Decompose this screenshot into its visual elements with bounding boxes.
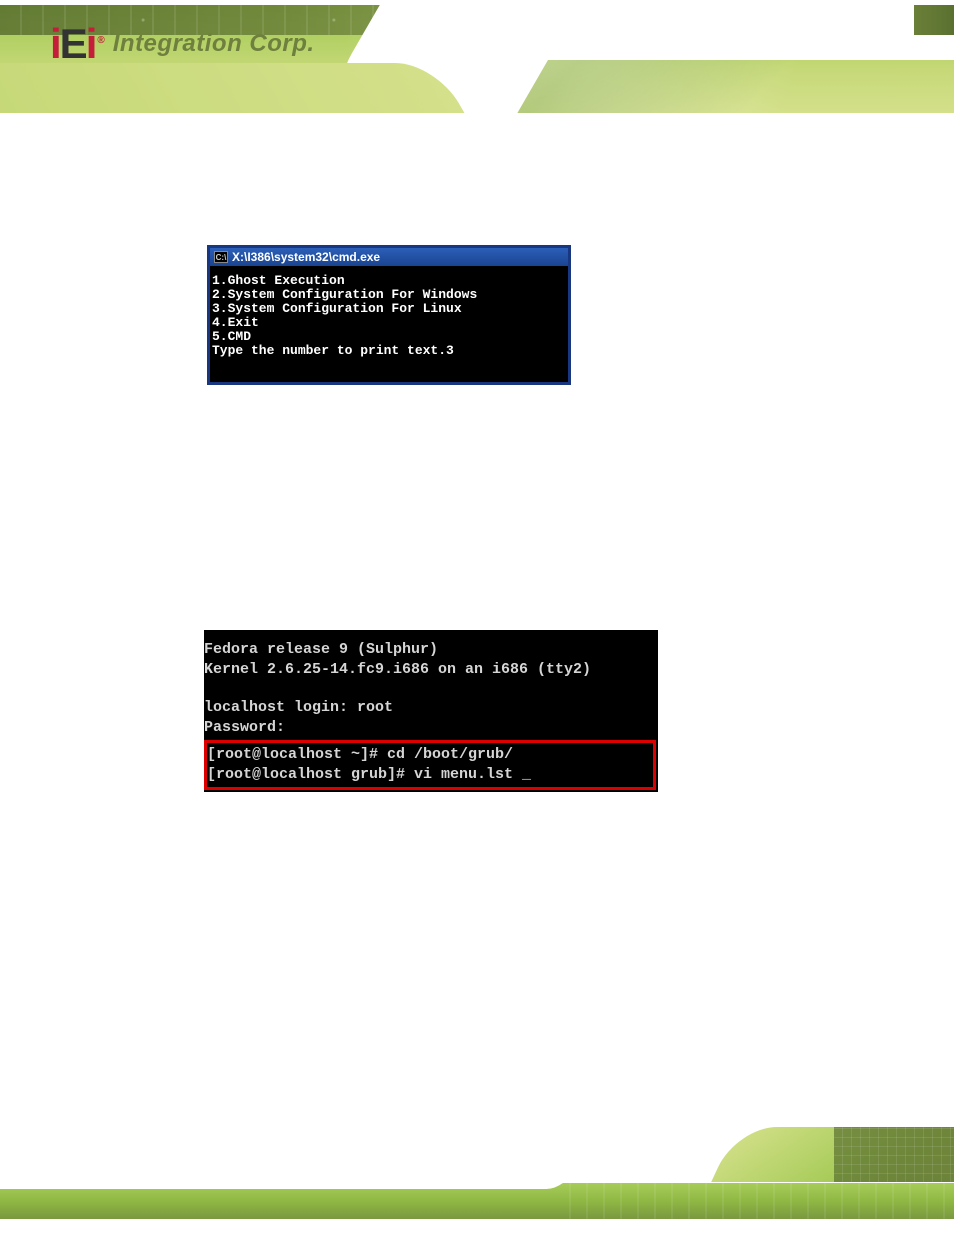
linux-line: Password: <box>204 719 285 736</box>
footer-banner <box>0 1127 954 1227</box>
cmd-title: X:\I386\system32\cmd.exe <box>232 250 380 264</box>
linux-line: Fedora release 9 (Sulphur) <box>204 641 438 658</box>
logo: iEi® Integration Corp. <box>50 20 315 68</box>
footer-bottom-gap <box>0 1219 954 1227</box>
cmd-line: 1.Ghost Execution <box>212 273 345 288</box>
header-right-stripe <box>914 5 954 35</box>
logo-company-text: Integration Corp. <box>113 30 315 58</box>
linux-command-line: [root@localhost grub]# vi menu.lst _ <box>207 766 531 783</box>
cmd-icon: C:\ <box>214 251 228 263</box>
footer-white-curve <box>0 1169 574 1189</box>
header-banner: iEi® Integration Corp. <box>0 0 954 113</box>
linux-body: Fedora release 9 (Sulphur) Kernel 2.6.25… <box>204 640 658 790</box>
cmd-line: 4.Exit <box>212 315 259 330</box>
cmd-titlebar: C:\ X:\I386\system32\cmd.exe <box>210 248 568 266</box>
cmd-line: 2.System Configuration For Windows <box>212 287 477 302</box>
cmd-line: Type the number to print text.3 <box>212 343 454 358</box>
cmd-body: 1.Ghost Execution 2.System Configuration… <box>210 266 568 382</box>
linux-line: Kernel 2.6.25-14.fc9.i686 on an i686 (tt… <box>204 661 591 678</box>
footer-tech-pattern <box>834 1127 954 1182</box>
linux-line: localhost login: root <box>204 699 393 716</box>
logo-brand: iEi® <box>50 20 103 68</box>
header-bottom-curve <box>0 63 464 113</box>
logo-registered: ® <box>97 35 102 46</box>
cmd-line: 3.System Configuration For Linux <box>212 301 462 316</box>
cmd-line: 5.CMD <box>212 329 251 344</box>
linux-terminal-screenshot: Fedora release 9 (Sulphur) Kernel 2.6.25… <box>204 630 658 792</box>
cmd-window-screenshot: C:\ X:\I386\system32\cmd.exe 1.Ghost Exe… <box>207 245 571 385</box>
highlighted-commands-box: [root@localhost ~]# cd /boot/grub/ [root… <box>204 740 656 790</box>
linux-command-line: [root@localhost ~]# cd /boot/grub/ <box>207 746 513 763</box>
